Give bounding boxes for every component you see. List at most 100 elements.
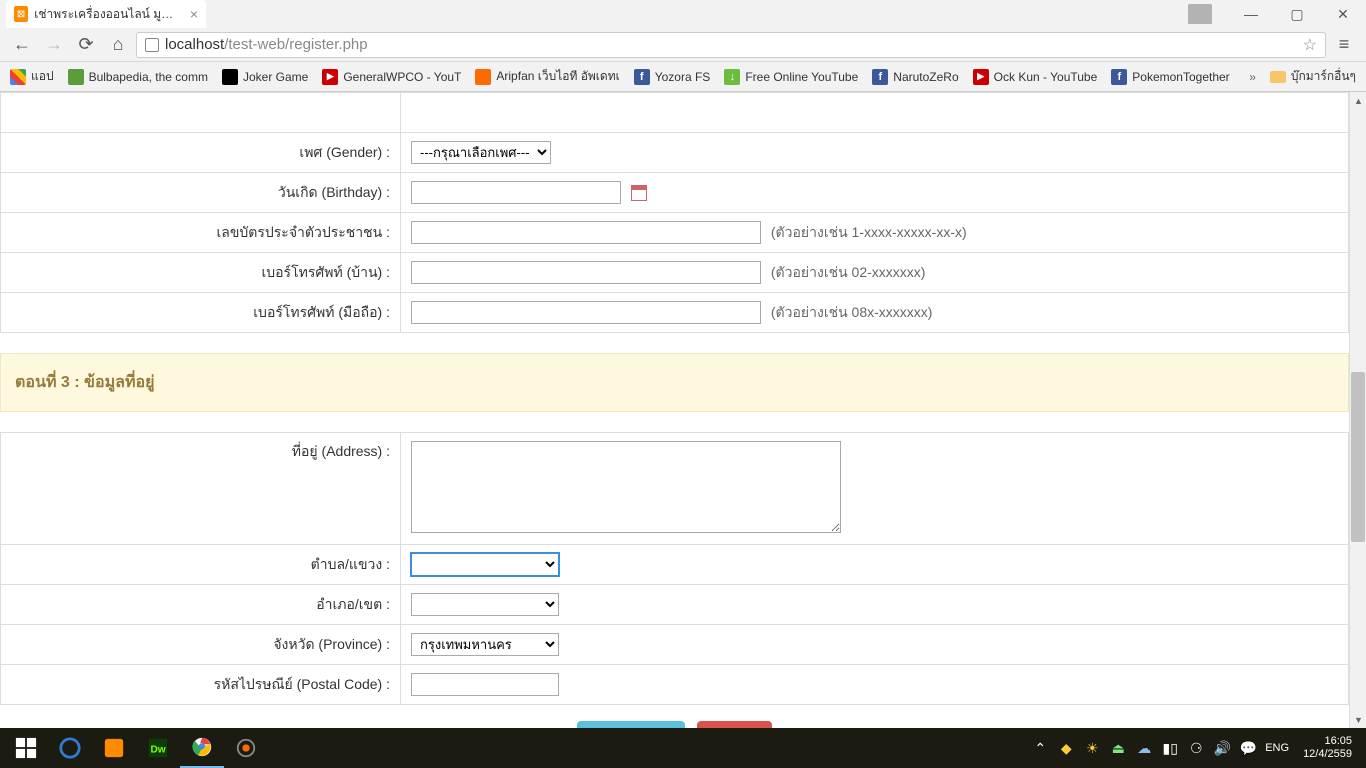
youtube-icon: ▶	[322, 69, 338, 85]
bookmark-label: บุ๊กมาร์กอื่นๆ	[1291, 67, 1356, 86]
bookmark-bulbapedia[interactable]: Bulbapedia, the comm	[68, 69, 208, 85]
forward-button[interactable]: →	[40, 31, 68, 59]
province-label: จังหวัด (Province) :	[1, 625, 401, 665]
close-tab-icon[interactable]: ×	[190, 6, 198, 22]
phone-home-label: เบอร์โทรศัพท์ (บ้าน) :	[1, 253, 401, 293]
bookmark-ockkun[interactable]: ▶ Ock Kun - YouTube	[973, 69, 1098, 85]
tray-volume-icon[interactable]: 🔊	[1213, 739, 1231, 757]
tray-clock[interactable]: 16:05 12/4/2559	[1297, 735, 1358, 761]
tray-wifi-icon[interactable]: ⚆	[1187, 739, 1205, 757]
row-district: อำเภอ/เขต :	[1, 585, 1349, 625]
bookmark-label: Joker Game	[243, 70, 308, 84]
page-viewport: เพศ (Gender) : ---กรุณาเลือกเพศ--- วันเก…	[0, 92, 1349, 728]
tray-weather-icon[interactable]: ☀	[1083, 739, 1101, 757]
tray-up-icon[interactable]: ⌃	[1031, 739, 1049, 757]
browser-tab[interactable]: ⊠ เช่าพระเครื่องออนไลน์ มูลนิธิสิริ ×	[6, 0, 206, 28]
scrollbar[interactable]: ▲ ▼	[1349, 92, 1366, 728]
chrome-menu-icon[interactable]: ≡	[1330, 31, 1358, 59]
aripfan-icon	[475, 69, 491, 85]
taskbar-edge[interactable]	[48, 728, 92, 768]
bookmark-poketogether[interactable]: fPokemonTogether	[1111, 69, 1229, 85]
download-icon: ↓	[724, 69, 740, 85]
browser-title-bar: ⊠ เช่าพระเครื่องออนไลน์ มูลนิธิสิริ × — …	[0, 0, 1366, 28]
tray-safe-remove-icon[interactable]: ⏏	[1109, 739, 1127, 757]
home-button[interactable]: ⌂	[104, 31, 132, 59]
window-controls: — ▢ ✕	[1188, 0, 1366, 28]
address-bar[interactable]: localhost/test-web/register.php ☆	[136, 32, 1326, 58]
maximize-button[interactable]: ▢	[1274, 0, 1320, 28]
phone-home-input[interactable]	[411, 261, 761, 284]
idcard-hint: (ตัวอย่างเช่น 1-xxxx-xxxxx-xx-x)	[771, 224, 967, 240]
youtube-icon: ▶	[973, 69, 989, 85]
windows-taskbar: Dw ⌃ ◆ ☀ ⏏ ☁ ▮▯ ⚆ 🔊 💬 ENG 16:05 12/4/255…	[0, 728, 1366, 768]
birthday-input[interactable]	[411, 181, 621, 204]
phone-mobile-input[interactable]	[411, 301, 761, 324]
tray-cloud-icon[interactable]: ☁	[1135, 739, 1153, 757]
gender-select[interactable]: ---กรุณาเลือกเพศ---	[411, 141, 551, 164]
gender-label: เพศ (Gender) :	[1, 133, 401, 173]
address-textarea[interactable]	[411, 441, 841, 533]
clock-time: 16:05	[1303, 735, 1352, 748]
row-phone-home: เบอร์โทรศัพท์ (บ้าน) : (ตัวอย่างเช่น 02-…	[1, 253, 1349, 293]
bookmark-yozora[interactable]: fYozora FS	[634, 69, 711, 85]
bookmark-joker[interactable]: Joker Game	[222, 69, 308, 85]
province-select[interactable]: กรุงเทพมหานคร	[411, 633, 559, 656]
submit-button[interactable]: บันทึกข้อมูล	[577, 721, 685, 728]
address-label: ที่อยู่ (Address) :	[1, 433, 401, 545]
postal-input[interactable]	[411, 673, 559, 696]
row-subdistrict: ตำบล/แขวง :	[1, 545, 1349, 585]
subdistrict-select[interactable]	[411, 553, 559, 576]
clock-date: 12/4/2559	[1303, 748, 1352, 761]
minimize-button[interactable]: —	[1228, 0, 1274, 28]
bookmarks-overflow-icon[interactable]: »	[1249, 70, 1256, 84]
scroll-thumb[interactable]	[1351, 372, 1365, 542]
close-window-button[interactable]: ✕	[1320, 0, 1366, 28]
row-birthday: วันเกิด (Birthday) :	[1, 173, 1349, 213]
bookmark-label: Yozora FS	[655, 70, 711, 84]
svg-text:Dw: Dw	[150, 745, 165, 756]
apps-icon	[10, 69, 26, 85]
tray-language[interactable]: ENG	[1265, 739, 1289, 757]
bookmark-label: Bulbapedia, the comm	[89, 70, 208, 84]
tray-battery-icon[interactable]: ▮▯	[1161, 739, 1179, 757]
district-label: อำเภอ/เขต :	[1, 585, 401, 625]
bookmark-star-icon[interactable]: ☆	[1303, 35, 1317, 55]
tray-notification-icon[interactable]: 💬	[1239, 739, 1257, 757]
bookmark-naruto[interactable]: fNarutoZeRo	[872, 69, 958, 85]
browser-toolbar: ← → ⟳ ⌂ localhost/test-web/register.php …	[0, 28, 1366, 62]
row-address: ที่อยู่ (Address) :	[1, 433, 1349, 545]
reload-button[interactable]: ⟳	[72, 31, 100, 59]
taskbar-app[interactable]	[224, 728, 268, 768]
bookmark-other-folder[interactable]: บุ๊กมาร์กอื่นๆ	[1270, 67, 1356, 86]
form-actions: บันทึกข้อมูล ยกเลิก	[0, 705, 1349, 728]
scroll-up-icon[interactable]: ▲	[1350, 92, 1366, 109]
district-select[interactable]	[411, 593, 559, 616]
tray-shield-icon[interactable]: ◆	[1057, 739, 1075, 757]
calendar-icon[interactable]	[631, 185, 647, 201]
back-button[interactable]: ←	[8, 31, 36, 59]
cancel-button[interactable]: ยกเลิก	[697, 721, 772, 728]
bookmark-label: GeneralWPCO - YouT	[343, 70, 461, 84]
taskbar-chrome[interactable]	[180, 728, 224, 768]
bookmark-label: Aripfan เว็บไอที อัพเดทเ	[496, 67, 619, 86]
bookmark-general[interactable]: ▶ GeneralWPCO - YouT	[322, 69, 461, 85]
bookmark-apps[interactable]: แอป	[10, 67, 54, 86]
xampp-icon: ⊠	[14, 6, 28, 22]
idcard-input[interactable]	[411, 221, 761, 244]
phone-home-hint: (ตัวอย่างเช่น 02-xxxxxxx)	[771, 264, 926, 280]
bookmark-freeyt[interactable]: ↓Free Online YouTube	[724, 69, 858, 85]
form-table-personal: เพศ (Gender) : ---กรุณาเลือกเพศ--- วันเก…	[0, 92, 1349, 333]
bookmark-label: Ock Kun - YouTube	[994, 70, 1098, 84]
bookmark-aripfan[interactable]: Aripfan เว็บไอที อัพเดทเ	[475, 67, 619, 86]
system-tray: ⌃ ◆ ☀ ⏏ ☁ ▮▯ ⚆ 🔊 💬 ENG 16:05 12/4/2559	[1031, 735, 1362, 761]
scroll-down-icon[interactable]: ▼	[1350, 711, 1366, 728]
row-phone-mobile: เบอร์โทรศัพท์ (มือถือ) : (ตัวอย่างเช่น 0…	[1, 293, 1349, 333]
form-table-address: ที่อยู่ (Address) : ตำบล/แขวง : อำเภอ/เข…	[0, 432, 1349, 705]
row-province: จังหวัด (Province) : กรุงเทพมหานคร	[1, 625, 1349, 665]
chrome-user-icon[interactable]	[1188, 4, 1212, 24]
start-button[interactable]	[4, 728, 48, 768]
site-info-icon[interactable]	[145, 38, 159, 52]
taskbar-xampp[interactable]	[92, 728, 136, 768]
row-postal: รหัสไปรษณีย์ (Postal Code) :	[1, 665, 1349, 705]
taskbar-dreamweaver[interactable]: Dw	[136, 728, 180, 768]
